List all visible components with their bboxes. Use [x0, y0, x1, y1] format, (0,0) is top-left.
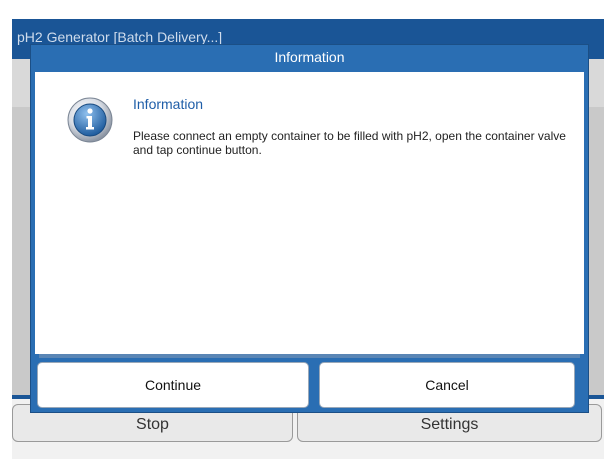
cancel-button[interactable]: Cancel: [319, 362, 575, 408]
information-dialog: Information Information Please connect a…: [31, 45, 588, 412]
dialog-separator: [39, 354, 580, 358]
dialog-title: Information: [274, 49, 345, 65]
info-icon: [66, 96, 114, 144]
dialog-body: Information Please connect an empty cont…: [35, 72, 584, 354]
continue-button[interactable]: Continue: [37, 362, 309, 408]
message-heading: Information: [133, 96, 204, 112]
message-text: Please connect an empty container to be …: [133, 129, 566, 157]
app-title: pH2 Generator [Batch Delivery...]: [17, 29, 223, 45]
